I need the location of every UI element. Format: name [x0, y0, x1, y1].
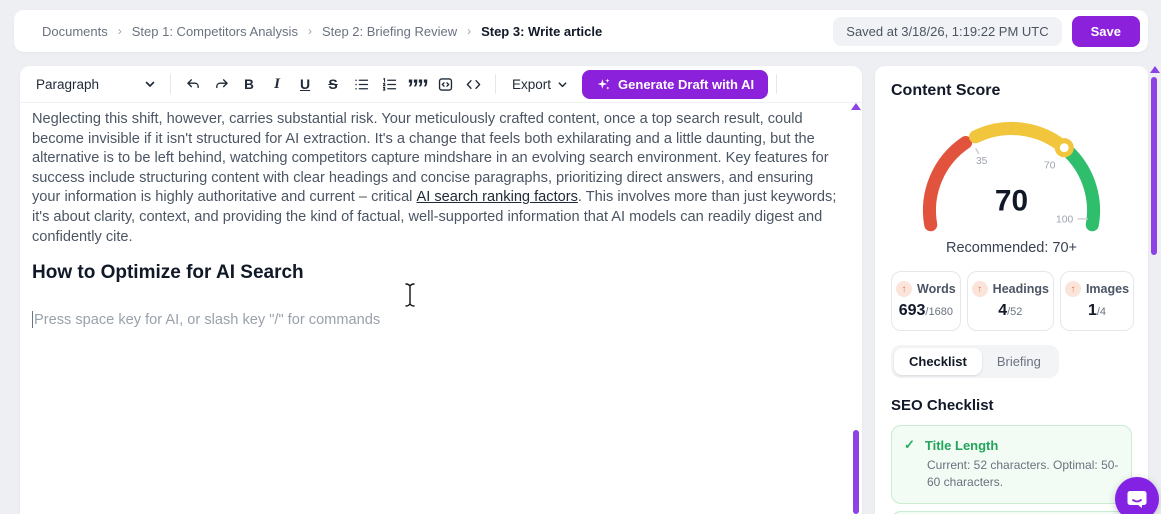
tab-briefing[interactable]: Briefing — [982, 348, 1056, 375]
generate-draft-ai-label: Generate Draft with AI — [618, 76, 755, 92]
redo-icon — [215, 78, 228, 88]
sidebar-scrollbar-thumb[interactable] — [1151, 77, 1157, 255]
editor-toolbar: Paragraph B I U S ”” Export Generate Dra… — [20, 66, 862, 103]
code-block-icon — [438, 77, 452, 91]
images-target: /4 — [1096, 306, 1107, 318]
headings-target: /52 — [1007, 306, 1023, 318]
chat-bubble-icon — [1127, 491, 1147, 508]
blockquote-button[interactable]: ”” — [403, 70, 431, 101]
chevron-right-icon: › — [307, 24, 312, 38]
editor-scroll-up-arrow[interactable] — [851, 103, 861, 110]
headings-stat-label: Headings — [992, 282, 1049, 296]
ordered-list-icon — [382, 77, 396, 91]
toolbar-divider — [776, 74, 778, 94]
checklist-item-title: Title Length — [924, 437, 999, 453]
gauge-arc-mid — [969, 121, 1071, 155]
checklist-item-title-length[interactable]: ✓ Title Length Current: 52 characters. O… — [891, 425, 1132, 504]
bullet-list-button[interactable] — [347, 70, 375, 98]
inline-code-icon — [466, 79, 480, 89]
chat-launcher-button[interactable] — [1115, 477, 1159, 514]
words-stat-card: ↑ Words 693/1680 — [891, 271, 961, 331]
sparkles-icon — [597, 78, 610, 90]
trend-up-icon: ↑ — [896, 281, 912, 297]
generate-draft-ai-button[interactable]: Generate Draft with AI — [582, 69, 769, 99]
gauge-tick-100: 100 — [1056, 215, 1073, 226]
content-score-value: 70 — [995, 185, 1028, 218]
article-heading[interactable]: How to Optimize for AI Search — [32, 262, 844, 284]
underline-button[interactable]: U — [291, 70, 319, 98]
export-label: Export — [512, 76, 552, 92]
images-stat-card: ↑ Images 1/4 — [1059, 271, 1135, 331]
editor-placeholder: Press space key for AI, or slash key "/"… — [34, 311, 381, 328]
empty-block[interactable]: Press space key for AI, or slash key "/"… — [32, 311, 844, 329]
redo-button[interactable] — [207, 70, 235, 98]
content-score-gauge: 35 70 100 70 — [909, 106, 1114, 238]
toolbar-divider — [170, 74, 171, 94]
gauge-tick-70: 70 — [1044, 161, 1056, 172]
headings-stat-card: ↑ Headings 4/52 — [966, 271, 1054, 331]
export-dropdown[interactable]: Export — [504, 72, 576, 97]
save-button[interactable]: Save — [1071, 15, 1140, 47]
code-block-button[interactable] — [431, 70, 459, 98]
italic-button[interactable]: I — [263, 70, 291, 98]
gauge-tick-35: 35 — [976, 156, 988, 167]
images-stat-label: Images — [1085, 282, 1130, 296]
document-editor[interactable]: Neglecting this shift, however, carries … — [20, 103, 862, 329]
top-bar: Documents › Step 1: Competitors Analysis… — [14, 10, 1148, 52]
inline-link[interactable]: AI search ranking factors — [416, 189, 577, 205]
bullet-list-icon — [354, 78, 368, 90]
breadcrumb-step1[interactable]: Step 1: Competitors Analysis — [132, 24, 298, 39]
text-caret — [32, 311, 33, 329]
trend-up-icon: ↑ — [1064, 281, 1081, 297]
tab-checklist[interactable]: Checklist — [894, 348, 982, 375]
recommended-score-label: Recommended: 70+ — [946, 240, 1077, 256]
trend-up-icon: ↑ — [971, 281, 988, 297]
editor-scrollbar-thumb[interactable] — [853, 430, 859, 514]
toolbar-divider — [495, 74, 496, 94]
gauge-marker — [1054, 138, 1074, 158]
chevron-down-icon — [145, 81, 155, 87]
seo-checklist-title: SEO Checklist — [891, 397, 994, 414]
gauge-tick-line — [975, 147, 980, 155]
editor-panel: Paragraph B I U S ”” Export Generate Dra… — [20, 66, 862, 514]
headings-count: 4 — [998, 302, 1008, 319]
undo-button[interactable] — [179, 70, 207, 98]
block-type-dropdown[interactable]: Paragraph — [34, 73, 162, 96]
check-icon: ✓ — [904, 437, 915, 452]
chevron-down-icon — [558, 81, 567, 87]
checklist-item-description: Current: 52 characters. Optimal: 50-60 c… — [927, 458, 1119, 490]
document-stats: ↑ Words 693/1680 ↑ Headings 4/52 ↑ Image… — [891, 271, 1135, 331]
article-paragraph[interactable]: Neglecting this shift, however, carries … — [32, 110, 844, 247]
words-target: /1680 — [925, 306, 953, 318]
breadcrumb-step3-current[interactable]: Step 3: Write article — [481, 24, 602, 39]
sidebar-tabs: Checklist Briefing — [891, 345, 1059, 378]
images-count: 1 — [1087, 302, 1097, 319]
chevron-right-icon: › — [117, 24, 122, 38]
undo-icon — [186, 78, 199, 88]
chevron-right-icon: › — [467, 24, 472, 38]
breadcrumb-step2[interactable]: Step 2: Briefing Review — [322, 24, 457, 39]
breadcrumb: Documents › Step 1: Competitors Analysis… — [42, 24, 833, 39]
save-status-badge: Saved at 3/18/26, 1:19:22 PM UTC — [833, 16, 1062, 46]
inline-code-button[interactable] — [459, 70, 487, 98]
content-score-panel: Content Score 35 70 100 70 Recommended: … — [875, 66, 1148, 514]
words-stat-label: Words — [917, 282, 956, 296]
strikethrough-button[interactable]: S — [319, 70, 347, 98]
gauge-arc-high — [1063, 146, 1101, 232]
breadcrumb-documents[interactable]: Documents — [42, 24, 108, 39]
sidebar-scroll-up-arrow[interactable] — [1150, 66, 1160, 73]
content-score-title: Content Score — [891, 82, 1001, 99]
ordered-list-button[interactable] — [375, 70, 403, 98]
words-count: 693 — [898, 302, 926, 319]
gauge-arc-low — [922, 135, 973, 232]
bold-button[interactable]: B — [235, 70, 263, 98]
block-type-label: Paragraph — [36, 76, 100, 92]
